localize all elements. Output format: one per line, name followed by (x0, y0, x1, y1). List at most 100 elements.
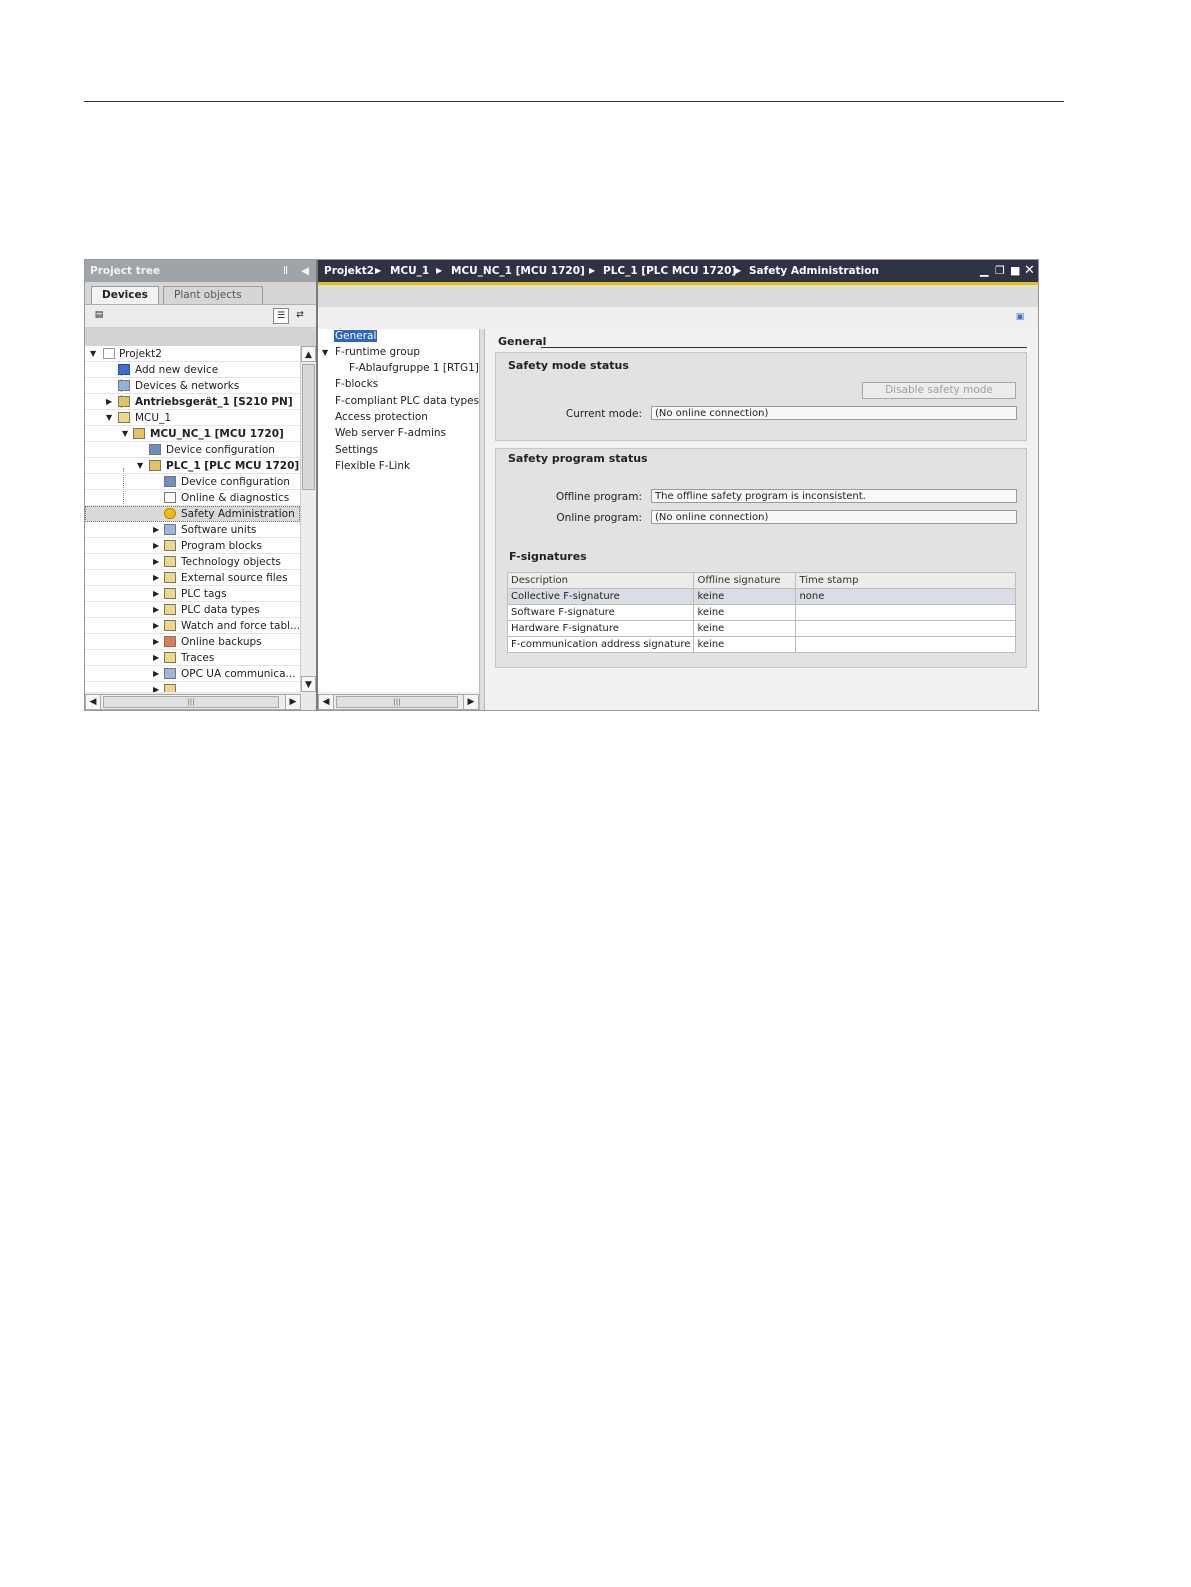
tree-item-partial[interactable]: ▶ (85, 682, 300, 692)
collapsed-arrow-icon[interactable]: ▶ (153, 538, 161, 554)
column-header-time-stamp[interactable]: Time stamp (795, 572, 1016, 589)
tree-item-label: MCU_1 (135, 412, 172, 424)
plc-tags-icon (164, 588, 176, 599)
tree-item[interactable]: ▶ Program blocks (85, 538, 300, 554)
collapsed-arrow-icon[interactable]: ▶ (153, 634, 161, 650)
project-tree-horizontal-scrollbar[interactable]: ◀ ||| ▶ (85, 694, 301, 710)
tree-item[interactable]: Device configuration (85, 474, 300, 490)
tree-item[interactable]: Device configuration (85, 442, 300, 458)
expanded-arrow-icon[interactable]: ▼ (137, 458, 145, 474)
nav-item-general[interactable]: General (334, 330, 378, 342)
nav-item-f-compliant-plc-data-types[interactable]: F-compliant PLC data types (335, 395, 479, 407)
table-row[interactable]: F-communication address signature keine (506, 636, 1016, 653)
column-header-description[interactable]: Description (506, 572, 695, 589)
tree-item-label: Technology objects (181, 556, 281, 568)
tree-item[interactable]: ▶ Online backups (85, 634, 300, 650)
collapsed-arrow-icon[interactable]: ▶ (153, 586, 161, 602)
table-row[interactable]: Collective F-signature keine none (506, 588, 1016, 605)
nav-item-access-protection[interactable]: Access protection (335, 411, 428, 423)
table-row[interactable]: Software F-signature keine (506, 604, 1016, 621)
scroll-right-icon[interactable]: ▶ (285, 695, 300, 709)
program-blocks-icon (164, 540, 176, 551)
tree-item[interactable]: ▶ Technology objects (85, 554, 300, 570)
tree-item[interactable]: ▶ PLC data types (85, 602, 300, 618)
tree-item-selected[interactable]: Safety Administration (85, 506, 300, 522)
collapse-left-icon[interactable]: ◀ (301, 260, 309, 282)
scroll-thumb[interactable] (302, 364, 315, 490)
breadcrumb-mcu-nc-1[interactable]: MCU_NC_1 [MCU 1720] (451, 260, 585, 282)
tree-item[interactable]: ▶ Antriebsgerät_1 [S210 PN] (85, 394, 300, 410)
cell-time-stamp (795, 620, 1016, 637)
tab-plant-objects[interactable]: Plant objects (163, 286, 263, 304)
breadcrumb-projekt2[interactable]: Projekt2 (324, 260, 374, 282)
tree-item[interactable]: ▶ PLC tags (85, 586, 300, 602)
nav-item-web-server-f-admins[interactable]: Web server F-admins (335, 427, 446, 439)
section-heading-general: General (498, 335, 547, 348)
nav-item-f-runtime-group[interactable]: F-runtime group (335, 346, 420, 358)
scroll-left-icon[interactable]: ◀ (86, 695, 101, 709)
breadcrumb-mcu-1[interactable]: MCU_1 (390, 260, 429, 282)
collapsed-arrow-icon[interactable]: ▶ (153, 666, 161, 682)
collapsed-arrow-icon[interactable]: ▶ (153, 682, 161, 692)
tree-item[interactable]: ▶ Traces (85, 650, 300, 666)
safety-mode-status-group: Safety mode status Disable safety mode C… (495, 352, 1027, 441)
tab-devices[interactable]: Devices (91, 286, 159, 304)
tree-item[interactable]: ▶ OPC UA communica... (85, 666, 300, 682)
close-icon[interactable]: ✕ (1024, 260, 1035, 282)
scroll-up-icon[interactable]: ▲ (301, 346, 316, 362)
collapsed-arrow-icon[interactable]: ▶ (153, 602, 161, 618)
new-group-icon[interactable]: ▤ (91, 308, 107, 324)
disable-safety-mode-button[interactable]: Disable safety mode (862, 382, 1016, 399)
pin-icon[interactable]: Ⅱ (283, 260, 288, 282)
details-view-icon[interactable]: ☰ (273, 308, 289, 324)
table-row[interactable]: Hardware F-signature keine (506, 620, 1016, 637)
tree-item[interactable]: ▼ PLC_1 [PLC MCU 1720] (85, 458, 300, 474)
collapsed-arrow-icon[interactable]: ▶ (106, 394, 114, 410)
offline-program-label: Offline program: (555, 491, 642, 503)
tree-item-label: OPC UA communica... (181, 668, 296, 680)
column-header-offline-signature[interactable]: Offline signature (693, 572, 797, 589)
scroll-thumb[interactable]: ||| (336, 696, 458, 708)
cell-time-stamp (795, 636, 1016, 653)
restore-icon[interactable]: ❐ (995, 260, 1005, 282)
tree-item[interactable]: Devices & networks (85, 378, 300, 394)
collapsed-arrow-icon[interactable]: ▶ (153, 650, 161, 666)
overview-icon[interactable]: ⇄ (292, 308, 308, 324)
minimize-icon[interactable]: ▁ (980, 260, 988, 282)
scroll-thumb[interactable]: ||| (103, 696, 279, 708)
maximize-icon[interactable]: ■ (1010, 260, 1020, 282)
cell-description: Collective F-signature (506, 588, 695, 605)
nav-item-f-ablaufgruppe[interactable]: F-Ablaufgruppe 1 [RTG1] (349, 362, 479, 374)
scroll-right-icon[interactable]: ▶ (463, 695, 478, 709)
navigation-horizontal-scrollbar[interactable]: ◀ ||| ▶ (318, 694, 479, 710)
tree-item[interactable]: Add new device (85, 362, 300, 378)
collapsed-arrow-icon[interactable]: ▶ (153, 554, 161, 570)
breadcrumb-plc-1[interactable]: PLC_1 [PLC MCU 1720] (603, 260, 736, 282)
tree-item-label: Add new device (135, 364, 219, 376)
tree-item[interactable]: ▶ External source files (85, 570, 300, 586)
nav-item-settings[interactable]: Settings (335, 444, 378, 456)
tree-item[interactable]: ▼ Projekt2 (85, 346, 300, 362)
tree-item[interactable]: ▶ Software units (85, 522, 300, 538)
tree-item[interactable]: Online & diagnostics (85, 490, 300, 506)
nav-item-flexible-f-link[interactable]: Flexible F-Link (335, 460, 410, 472)
cell-time-stamp (795, 604, 1016, 621)
expanded-arrow-icon[interactable]: ▼ (122, 426, 130, 442)
collapsed-arrow-icon[interactable]: ▶ (153, 570, 161, 586)
split-view-icon[interactable]: ▣ (1012, 310, 1028, 326)
editor-title-bar: Projekt2 ▶ MCU_1 ▶ MCU_NC_1 [MCU 1720] ▶… (318, 260, 1038, 285)
scroll-down-icon[interactable]: ▼ (301, 676, 316, 692)
project-tree-header: Project tree Ⅱ ◀ (85, 260, 316, 282)
scroll-left-icon[interactable]: ◀ (319, 695, 334, 709)
tree-item[interactable]: ▶ Watch and force tabl... (85, 618, 300, 634)
expanded-arrow-icon[interactable]: ▼ (90, 346, 98, 362)
expanded-arrow-icon[interactable]: ▼ (322, 348, 328, 357)
tree-item[interactable]: ▼ MCU_1 (85, 410, 300, 426)
nav-item-f-blocks[interactable]: F-blocks (335, 378, 378, 390)
tree-item[interactable]: ▼ MCU_NC_1 [MCU 1720] (85, 426, 300, 442)
expanded-arrow-icon[interactable]: ▼ (106, 410, 114, 426)
project-tree-vertical-scrollbar[interactable]: ▲ ▼ (300, 346, 316, 692)
collapsed-arrow-icon[interactable]: ▶ (153, 618, 161, 634)
tree-item-label: External source files (181, 572, 288, 584)
collapsed-arrow-icon[interactable]: ▶ (153, 522, 161, 538)
